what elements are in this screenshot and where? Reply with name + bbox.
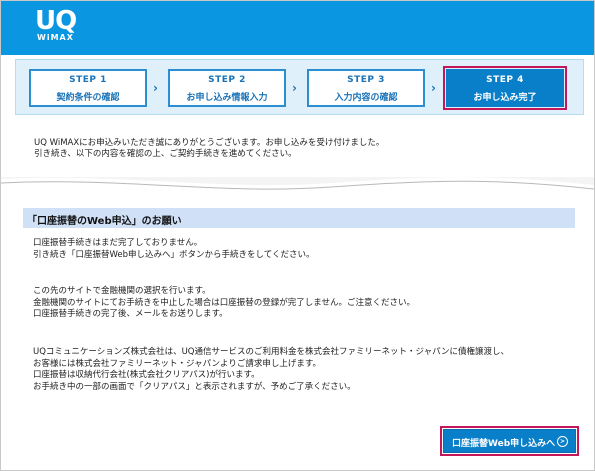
step-4-current: STEP 4 お申し込み完了 [443, 66, 567, 110]
completion-message: UQ WiMAXにお申込みいただき誠にありがとうございます。お申し込みを受け付け… [34, 138, 385, 159]
step-indicator: STEP 1 契約条件の確認 › STEP 2 お申し込み情報入力 › STEP… [15, 59, 584, 115]
chevron-right-icon: › [153, 81, 158, 95]
direct-debit-web-apply-button[interactable]: 口座振替Web申し込みへ > [440, 426, 579, 456]
step-1: STEP 1 契約条件の確認 [29, 69, 147, 107]
notice-paragraph-1: 口座振替手続きはまだ完了しておりません。 引き続き「口座振替Web申し込みへ」ボ… [33, 238, 315, 260]
header-bar: UQ WiMAX [1, 1, 594, 55]
chevron-right-icon: › [292, 81, 297, 95]
uq-wimax-logo[interactable]: UQ WiMAX [35, 8, 77, 42]
section-heading: 「口座振替のWeb申込」のお願い [23, 208, 575, 228]
step-3: STEP 3 入力内容の確認 [307, 69, 425, 107]
page-frame: UQ WiMAX STEP 1 契約条件の確認 › STEP 2 お申し込み情報… [0, 0, 595, 471]
notice-paragraph-2: この先のサイトで金融機関の選択を行います。 金融機関のサイトにてお手続きを中止し… [33, 286, 415, 319]
chevron-right-icon: › [431, 81, 436, 95]
torn-edge-divider [1, 177, 594, 197]
step-2: STEP 2 お申し込み情報入力 [168, 69, 286, 107]
notice-paragraph-3: UQコミュニケーションズ株式会社は、UQ通信サービスのご利用料金を株式会社ファミ… [33, 347, 509, 392]
arrow-circle-icon: > [557, 436, 568, 447]
